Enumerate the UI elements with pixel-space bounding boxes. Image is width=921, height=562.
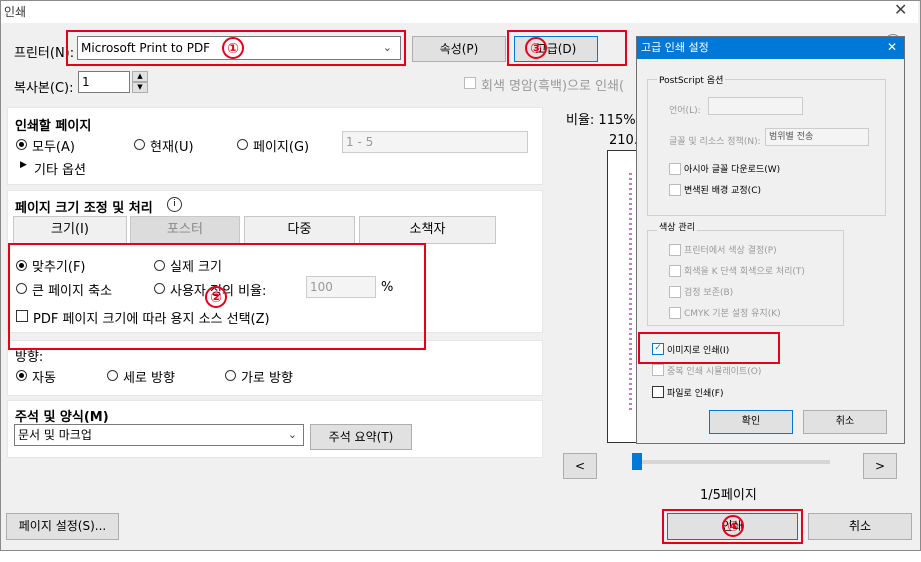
annotation-marker-1: ① — [222, 37, 244, 59]
copies-label: 복사본(C): — [14, 81, 74, 96]
printer-color-checkbox[interactable] — [669, 244, 681, 256]
grayscale-checkbox[interactable] — [464, 77, 476, 89]
info-icon[interactable]: i — [167, 197, 182, 212]
copies-input[interactable]: 1 — [78, 71, 130, 93]
page-slider-thumb[interactable] — [632, 453, 642, 470]
language-label: 언어(L): — [669, 106, 701, 116]
cmyk-checkbox[interactable] — [669, 307, 681, 319]
advanced-print-dialog: 고급 인쇄 설정 ✕ PostScript 옵션 언어(L): 글꼴 및 리소스… — [636, 36, 905, 444]
chevron-down-icon: ⌄ — [287, 428, 297, 441]
cmyk-label: CMYK 기본 설정 유지(K) — [684, 309, 781, 319]
page-slider-track[interactable] — [632, 460, 830, 464]
annotation-marker-4: ④ — [722, 515, 744, 537]
font-policy-select[interactable]: 범위별 전송 — [765, 128, 869, 146]
pages-current-radio[interactable] — [134, 139, 145, 150]
grayscale-label: 회색 명암(흑백)으로 인쇄( — [481, 79, 625, 94]
copies-down-icon[interactable]: ▼ — [132, 82, 148, 93]
simulate-overprint-checkbox[interactable] — [652, 364, 664, 376]
annotation-box-print-as-image — [638, 332, 780, 364]
printer-color-label: 프린터에서 색상 결정(P) — [684, 246, 777, 256]
preview-text-lines — [629, 173, 632, 413]
page-range-input[interactable]: 1 - 5 — [342, 131, 528, 153]
language-select[interactable] — [708, 97, 803, 115]
simulate-overprint-label: 중복 인쇄 시뮬레이트(O) — [667, 367, 762, 377]
next-page-button[interactable]: > — [863, 453, 897, 479]
cancel-button[interactable]: 취소 — [808, 513, 912, 540]
gray-to-k-label: 회색을 K 단색 회색으로 처리(T) — [684, 267, 805, 277]
advanced-dialog-title: 고급 인쇄 설정 — [637, 37, 904, 59]
advanced-ok-button[interactable]: 확인 — [709, 410, 793, 434]
comments-value: 문서 및 마크업 — [18, 428, 92, 442]
fix-background-label: 변색된 배경 교정(C) — [684, 186, 761, 196]
tab-booklet[interactable]: 소책자 — [359, 216, 496, 244]
properties-button[interactable]: 속성(P) — [412, 36, 506, 62]
landscape-label: 가로 방향 — [241, 371, 293, 386]
summarize-comments-button[interactable]: 주석 요약(T) — [310, 424, 412, 450]
pages-current-label: 현재(U) — [150, 140, 194, 155]
font-policy-label: 글꼴 및 리소스 정책(N): — [669, 137, 761, 147]
pages-all-label: 모두(A) — [32, 140, 75, 155]
print-to-file-label: 파일로 인쇄(F) — [667, 389, 724, 399]
tab-multiple[interactable]: 다중 — [244, 216, 355, 244]
preserve-black-checkbox[interactable] — [669, 286, 681, 298]
copies-up-icon[interactable]: ▲ — [132, 71, 148, 82]
prev-page-button[interactable]: < — [563, 453, 597, 479]
window-title: 인쇄 — [4, 5, 27, 19]
postscript-group-title: PostScript 옵션 — [657, 73, 726, 86]
auto-orientation-label: 자동 — [32, 371, 56, 386]
preview-scale: 비율: 115% — [566, 113, 636, 128]
advanced-close-icon[interactable]: ✕ — [887, 40, 897, 54]
annotation-marker-3: ③ — [525, 37, 547, 59]
print-to-file-checkbox[interactable] — [652, 386, 664, 398]
auto-orientation-radio[interactable] — [16, 370, 27, 381]
comments-title: 주석 및 양식(M) — [15, 410, 109, 425]
page-status: 1/5페이지 — [700, 488, 757, 503]
tab-poster[interactable]: 포스터 — [130, 216, 240, 244]
asian-fonts-label: 아시아 글꼴 다운로드(W) — [684, 165, 781, 175]
asian-fonts-checkbox[interactable] — [669, 163, 681, 175]
color-group-title: 색상 관리 — [657, 220, 697, 233]
sizing-title: 페이지 크기 조정 및 처리 — [15, 201, 153, 216]
advanced-cancel-button[interactable]: 취소 — [803, 410, 887, 434]
preserve-black-label: 검정 보존(B) — [684, 288, 734, 298]
more-options-label[interactable]: 기타 옵션 — [34, 159, 86, 178]
page-setup-button[interactable]: 페이지 설정(S)... — [6, 513, 119, 540]
expand-triangle-icon[interactable]: ▶ — [20, 160, 27, 170]
portrait-radio[interactable] — [107, 370, 118, 381]
comments-select[interactable]: 문서 및 마크업 ⌄ — [14, 424, 304, 446]
pages-all-radio[interactable] — [16, 139, 27, 150]
close-icon[interactable]: ✕ — [894, 0, 907, 19]
title-bar — [1, 1, 918, 23]
annotation-marker-2: ② — [205, 286, 227, 308]
pages-title: 인쇄할 페이지 — [15, 119, 92, 134]
portrait-label: 세로 방향 — [123, 371, 175, 386]
gray-to-k-checkbox[interactable] — [669, 265, 681, 277]
pages-range-label: 페이지(G) — [253, 140, 310, 155]
pages-range-radio[interactable] — [237, 139, 248, 150]
landscape-radio[interactable] — [225, 370, 236, 381]
tab-size[interactable]: 크기(I) — [13, 216, 127, 244]
fix-background-checkbox[interactable] — [669, 184, 681, 196]
